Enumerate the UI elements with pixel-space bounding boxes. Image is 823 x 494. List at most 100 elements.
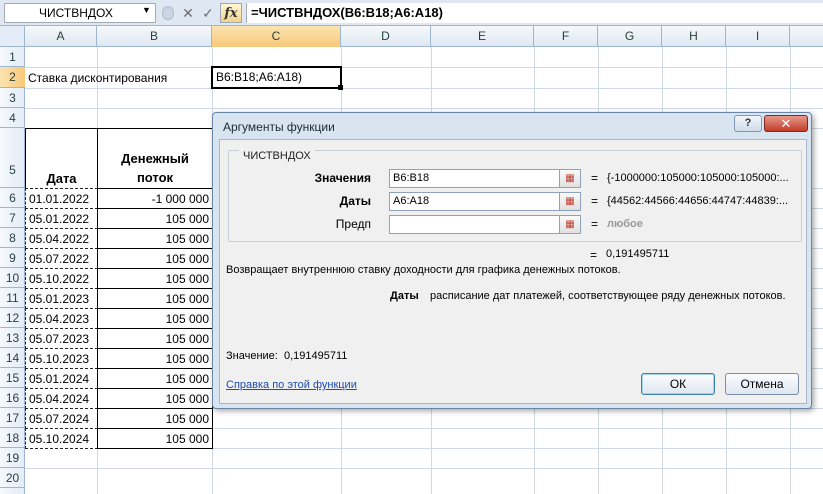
flow-cell[interactable]: 105 000: [97, 268, 213, 289]
cell-a2-label[interactable]: Ставка дисконтирования: [28, 68, 167, 88]
cell-c2-editing[interactable]: B6:B18;A6:A18): [211, 66, 342, 89]
row-header[interactable]: 1: [0, 47, 25, 67]
flow-cell[interactable]: 105 000: [97, 248, 213, 269]
row-header[interactable]: 8: [0, 228, 25, 248]
date-cell[interactable]: 05.01.2023: [25, 288, 98, 309]
row-header[interactable]: 17: [0, 408, 25, 428]
column-header-i[interactable]: I: [726, 26, 790, 47]
flow-cell[interactable]: 105 000: [97, 408, 213, 429]
arg-input-guess[interactable]: [389, 215, 561, 234]
date-cell[interactable]: 05.10.2022: [25, 268, 98, 289]
row-header[interactable]: 19: [0, 448, 25, 468]
function-help-link[interactable]: Справка по этой функции: [226, 379, 357, 391]
row-header[interactable]: 3: [0, 88, 25, 108]
row-header[interactable]: 20: [0, 468, 25, 488]
flow-cell[interactable]: 105 000: [97, 228, 213, 249]
name-box[interactable]: ЧИСТВНДОХ: [4, 3, 156, 23]
formula-bar-grip-icon[interactable]: [162, 6, 174, 20]
flow-cell[interactable]: 105 000: [97, 288, 213, 309]
row-header[interactable]: 9: [0, 248, 25, 268]
value-line: Значение: 0,191495711: [226, 350, 347, 362]
gridline: [25, 88, 823, 89]
column-header-a[interactable]: A: [25, 26, 97, 47]
flow-cell[interactable]: 105 000: [97, 328, 213, 349]
arg-input-dates[interactable]: A6:A18: [389, 192, 561, 211]
fill-handle[interactable]: [338, 85, 343, 90]
cancel-button[interactable]: Отмена: [725, 373, 799, 395]
date-cell[interactable]: 05.07.2023: [25, 328, 98, 349]
collapse-dialog-icon[interactable]: ▦: [559, 169, 581, 188]
flow-cell[interactable]: 105 000: [97, 428, 213, 449]
close-icon[interactable]: ✕: [764, 115, 808, 132]
date-cell[interactable]: 01.01.2022: [25, 188, 98, 209]
row-header[interactable]: 7: [0, 208, 25, 228]
flow-cell[interactable]: 105 000: [97, 208, 213, 229]
date-cell[interactable]: 05.01.2024: [25, 368, 98, 389]
date-cell[interactable]: 05.04.2024: [25, 388, 98, 409]
row-header[interactable]: 16: [0, 388, 25, 408]
cancel-entry-icon[interactable]: ✕: [178, 3, 198, 23]
flow-cell[interactable]: 105 000: [97, 348, 213, 369]
gridline: [25, 468, 823, 469]
arg-result-values: {-1000000:105000:105000:105000:...: [607, 172, 789, 184]
arg-result-dates: {44562:44566:44656:44747:44839:...: [607, 195, 789, 207]
column-header-f[interactable]: F: [534, 26, 598, 47]
flow-cell[interactable]: 105 000: [97, 388, 213, 409]
column-header-h[interactable]: H: [662, 26, 726, 47]
function-description: Возвращает внутреннюю ставку доходности …: [226, 264, 621, 276]
header-date-cell[interactable]: Дата: [25, 128, 98, 189]
formula-input[interactable]: =ЧИСТВНДОХ(B6:B18;A6:A18): [246, 3, 823, 23]
select-all-corner[interactable]: [0, 26, 25, 47]
flow-cell[interactable]: -1 000 000: [97, 188, 213, 209]
column-header-g[interactable]: G: [598, 26, 662, 47]
row-header[interactable]: 15: [0, 368, 25, 388]
header-flow-line-2: поток: [136, 170, 174, 185]
dialog-body: ЧИСТВНДОХ Значения B6:B18 ▦ = {-1000000:…: [219, 139, 807, 404]
date-cell[interactable]: 05.01.2022: [25, 208, 98, 229]
row-header[interactable]: 10: [0, 268, 25, 288]
row-header[interactable]: 18: [0, 428, 25, 448]
row-header[interactable]: 2: [0, 67, 25, 88]
arg-description-name: Даты: [390, 290, 419, 302]
name-box-dropdown-icon[interactable]: ▼: [142, 3, 151, 17]
collapse-dialog-icon[interactable]: ▦: [559, 215, 581, 234]
row-header[interactable]: 13: [0, 328, 25, 348]
arg-label-dates: Даты: [339, 194, 371, 208]
date-cell[interactable]: 05.04.2023: [25, 308, 98, 329]
function-group: ЧИСТВНДОХ Значения B6:B18 ▦ = {-1000000:…: [228, 150, 802, 242]
header-flow-line-1: Денежный: [121, 151, 189, 166]
enter-entry-icon[interactable]: ✓: [198, 3, 218, 23]
date-cell[interactable]: 05.04.2022: [25, 228, 98, 249]
arg-result-guess: любое: [607, 218, 643, 230]
function-arguments-dialog[interactable]: Аргументы функции ? ✕ ЧИСТВНДОХ Значения…: [212, 112, 812, 409]
column-headers: A B C D E F G H I: [25, 26, 823, 47]
help-icon[interactable]: ?: [734, 115, 762, 132]
date-cell[interactable]: 05.07.2022: [25, 248, 98, 269]
row-header[interactable]: 6: [0, 188, 25, 208]
date-cell[interactable]: 05.10.2023: [25, 348, 98, 369]
row-header[interactable]: 12: [0, 308, 25, 328]
date-cell[interactable]: 05.07.2024: [25, 408, 98, 429]
flow-cell[interactable]: 105 000: [97, 368, 213, 389]
arg-input-values[interactable]: B6:B18: [389, 169, 561, 188]
column-header-c[interactable]: C: [212, 26, 341, 47]
column-header-d[interactable]: D: [341, 26, 431, 47]
arg-label-guess: Предп: [335, 217, 371, 231]
row-header[interactable]: 11: [0, 288, 25, 308]
flow-cell[interactable]: 105 000: [97, 308, 213, 329]
collapse-dialog-icon[interactable]: ▦: [559, 192, 581, 211]
column-header-e[interactable]: E: [431, 26, 534, 47]
header-flow-cell[interactable]: Денежный поток: [97, 128, 213, 189]
formula-result: 0,191495711: [606, 248, 670, 260]
column-header-b[interactable]: B: [97, 26, 212, 47]
ok-button[interactable]: ОК: [641, 373, 715, 395]
formula-bar: ЧИСТВНДОХ ▼ ✕ ✓ fx =ЧИСТВНДОХ(B6:B18;A6:…: [0, 0, 823, 26]
date-cell[interactable]: 05.10.2024: [25, 428, 98, 449]
row-header[interactable]: 14: [0, 348, 25, 368]
dialog-title: Аргументы функции: [223, 120, 335, 134]
insert-function-icon[interactable]: fx: [220, 3, 242, 23]
equals-sign: =: [591, 217, 599, 231]
row-header[interactable]: 4: [0, 108, 25, 128]
row-header[interactable]: 5: [0, 128, 25, 188]
arg-label-values: Значения: [314, 171, 371, 185]
